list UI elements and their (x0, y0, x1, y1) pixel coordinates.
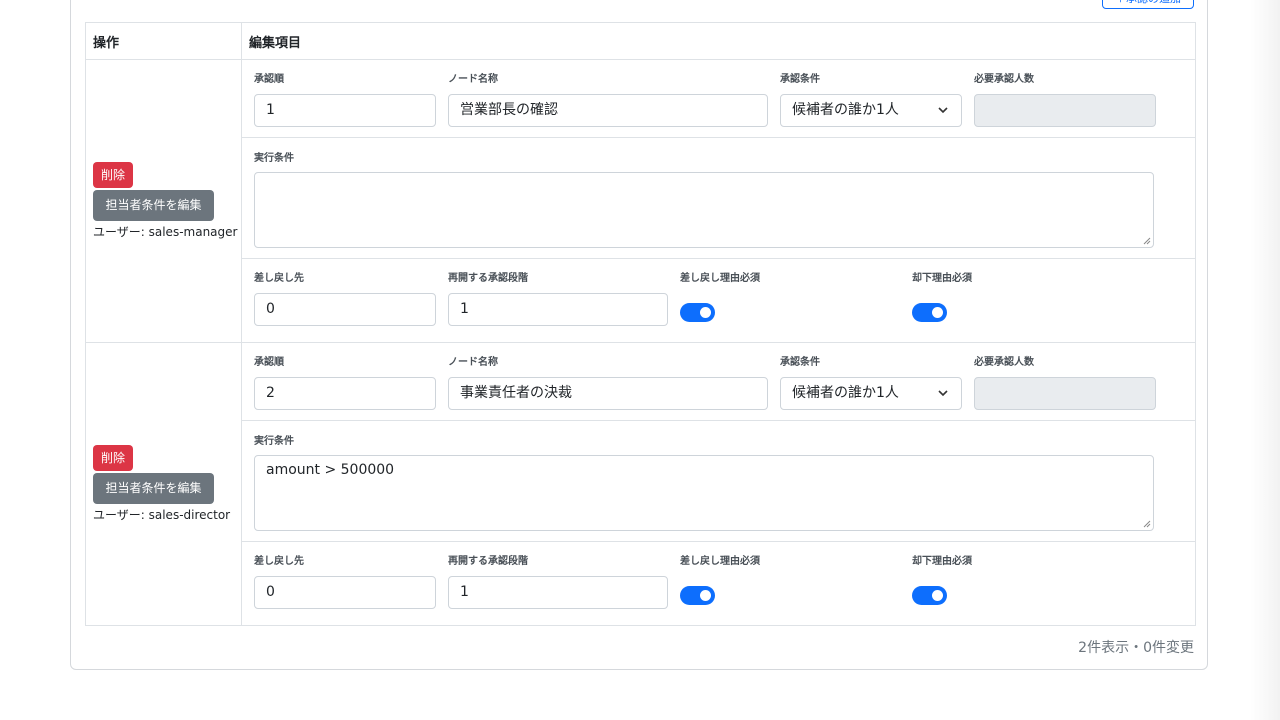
editor-cell: 承認順 ノード名称 承認条件 必要承認人数 2 事業責任者の決裁 候補者の誰か1… (241, 342, 1196, 626)
condition-select[interactable]: 候補者の誰か1人 (780, 94, 962, 127)
table-row: 削除 担当者条件を編集 ユーザー: sales-manager 承認順 ノード名… (85, 59, 1196, 343)
column-header-edit: 編集項目 (241, 22, 1196, 60)
exec-condition-textarea[interactable] (254, 172, 1154, 248)
sendback-reason-label: 差し戻し理由必須 (680, 556, 760, 567)
delete-button[interactable]: 削除 (93, 162, 134, 188)
node-name-label: ノード名称 (448, 74, 498, 85)
edit-assignee-button[interactable]: 担当者条件を編集 (93, 190, 214, 221)
condition-select[interactable]: 候補者の誰か1人 (780, 377, 962, 410)
reject-reason-toggle[interactable] (912, 303, 947, 322)
condition-label: 承認条件 (780, 357, 820, 368)
toggle-knob (700, 307, 711, 318)
node-name-input[interactable]: 事業責任者の決裁 (448, 377, 768, 410)
section-divider (242, 258, 1195, 259)
exec-condition-textarea[interactable]: amount > 500000 (254, 455, 1154, 531)
order-label: 承認順 (254, 357, 284, 368)
section-divider (242, 137, 1195, 138)
reject-reason-label: 却下理由必須 (912, 273, 972, 284)
edit-assignee-button[interactable]: 担当者条件を編集 (93, 473, 214, 504)
order-input[interactable]: 1 (254, 94, 436, 127)
resume-stage-input[interactable]: 1 (448, 293, 668, 326)
sendback-to-input[interactable]: 0 (254, 576, 436, 609)
ops-cell: 削除 担当者条件を編集 ユーザー: sales-director (85, 342, 242, 626)
resume-stage-label: 再開する承認段階 (448, 273, 528, 284)
sendback-to-label: 差し戻し先 (254, 556, 304, 567)
resize-grip-icon[interactable] (1143, 237, 1151, 245)
resume-stage-input[interactable]: 1 (448, 576, 668, 609)
table-row: 削除 担当者条件を編集 ユーザー: sales-director 承認順 ノード… (85, 342, 1196, 626)
change-summary: 2件表示・0件変更 (1078, 640, 1194, 656)
required-count-label: 必要承認人数 (974, 74, 1034, 85)
condition-select-value: 候補者の誰か1人 (792, 385, 899, 401)
assignee-user: ユーザー: sales-manager (93, 225, 238, 239)
sendback-to-input[interactable]: 0 (254, 293, 436, 326)
order-label: 承認順 (254, 74, 284, 85)
ops-cell: 削除 担当者条件を編集 ユーザー: sales-manager (85, 59, 242, 343)
sendback-reason-toggle[interactable] (680, 586, 715, 605)
required-count-input (974, 94, 1156, 127)
chevron-down-icon (938, 390, 948, 397)
resume-stage-label: 再開する承認段階 (448, 556, 528, 567)
column-header-ops: 操作 (85, 22, 242, 60)
required-count-label: 必要承認人数 (974, 357, 1034, 368)
sendback-to-label: 差し戻し先 (254, 273, 304, 284)
sendback-reason-label: 差し戻し理由必須 (680, 273, 760, 284)
assignee-user: ユーザー: sales-director (93, 508, 231, 522)
exec-condition-value: amount > 500000 (266, 462, 395, 478)
condition-select-value: 候補者の誰か1人 (792, 102, 899, 118)
table-header-row: 操作 編集項目 (85, 22, 1196, 60)
reject-reason-label: 却下理由必須 (912, 556, 972, 567)
sendback-reason-toggle[interactable] (680, 303, 715, 322)
node-name-label: ノード名称 (448, 357, 498, 368)
toggle-knob (932, 307, 943, 318)
add-approval-button[interactable]: ＋承認の追加 (1102, 0, 1194, 9)
delete-button[interactable]: 削除 (93, 445, 134, 471)
condition-label: 承認条件 (780, 74, 820, 85)
section-divider (242, 541, 1195, 542)
approval-node-table: 操作 編集項目 削除 担当者条件を編集 ユーザー: sales-manager … (85, 22, 1196, 626)
exec-condition-label: 実行条件 (254, 436, 294, 447)
required-count-input (974, 377, 1156, 410)
toggle-knob (700, 590, 711, 601)
window-edge (1250, 0, 1280, 720)
resize-grip-icon[interactable] (1143, 520, 1151, 528)
chevron-down-icon (938, 107, 948, 114)
section-divider (242, 420, 1195, 421)
toggle-knob (932, 590, 943, 601)
reject-reason-toggle[interactable] (912, 586, 947, 605)
editor-cell: 承認順 ノード名称 承認条件 必要承認人数 1 営業部長の確認 候補者の誰か1人… (241, 59, 1196, 343)
order-input[interactable]: 2 (254, 377, 436, 410)
node-name-input[interactable]: 営業部長の確認 (448, 94, 768, 127)
exec-condition-label: 実行条件 (254, 153, 294, 164)
